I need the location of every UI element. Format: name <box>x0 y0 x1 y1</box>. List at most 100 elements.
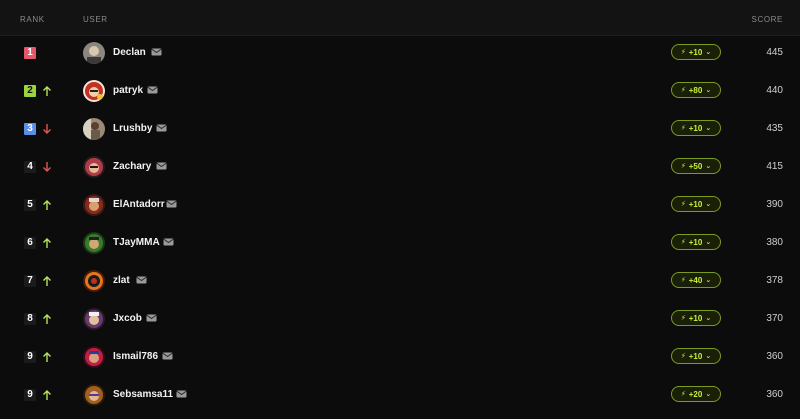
arrow-up-icon <box>42 389 52 401</box>
chevron-down-icon: ⌄ <box>705 276 712 284</box>
score: 360 <box>766 389 783 400</box>
bolt-icon: ⚡ <box>680 48 686 56</box>
mail-icon[interactable] <box>146 314 157 322</box>
header-score: SCORE <box>751 15 783 24</box>
mail-icon[interactable] <box>156 124 167 132</box>
arrow-up-icon <box>42 313 52 325</box>
points-dropdown[interactable]: ⚡ +10 ⌄ <box>671 310 721 326</box>
points-value: +50 <box>688 161 703 171</box>
table-row[interactable]: 9 Sebsamsa11 ⚡ +20 ⌄ 360 <box>0 378 800 416</box>
points-dropdown[interactable]: ⚡ +40 ⌄ <box>671 272 721 288</box>
table-row[interactable]: 7 zlat ⚡ +40 ⌄ 378 <box>0 264 800 302</box>
mail-icon[interactable] <box>166 200 177 208</box>
score: 380 <box>766 237 783 248</box>
rank-badge: 5 <box>24 199 36 211</box>
points-value: +80 <box>688 85 703 95</box>
chevron-down-icon: ⌄ <box>705 238 712 246</box>
avatar[interactable] <box>83 346 105 368</box>
username[interactable]: TJayMMA <box>113 237 160 248</box>
score: 415 <box>766 161 783 172</box>
username[interactable]: Sebsamsa11 <box>113 389 173 400</box>
mail-icon[interactable] <box>162 352 173 360</box>
rank-badge: 4 <box>24 161 36 173</box>
username[interactable]: patryk <box>113 85 143 96</box>
mail-icon[interactable] <box>163 238 174 246</box>
points-value: +10 <box>688 313 703 323</box>
table-row[interactable]: 9 Ismail786 ⚡ +10 ⌄ 360 <box>0 340 800 378</box>
mail-icon[interactable] <box>136 276 147 284</box>
points-dropdown[interactable]: ⚡ +10 ⌄ <box>671 120 721 136</box>
rank-badge: 1 <box>24 47 36 59</box>
bolt-icon: ⚡ <box>680 200 686 208</box>
points-value: +10 <box>688 199 703 209</box>
header-user: USER <box>83 15 108 24</box>
table-row[interactable]: 4 Zachary ⚡ +50 ⌄ 415 <box>0 150 800 188</box>
username[interactable]: Zachary <box>113 161 151 172</box>
table-row[interactable]: 1 Declan ⚡ +10 ⌄ 445 <box>0 36 800 74</box>
arrow-down-icon <box>42 123 52 135</box>
bolt-icon: ⚡ <box>680 162 686 170</box>
leaderboard-table: RANK USER SCORE 1 Declan ⚡ +10 ⌄ 445 2 pat… <box>0 0 800 419</box>
mail-icon[interactable] <box>147 86 158 94</box>
header-rank: RANK <box>20 15 45 24</box>
score: 378 <box>766 275 783 286</box>
avatar[interactable] <box>83 156 105 178</box>
points-dropdown[interactable]: ⚡ +10 ⌄ <box>671 348 721 364</box>
bolt-icon: ⚡ <box>680 124 686 132</box>
table-row[interactable]: 2 patryk ⚡ +80 ⌄ 440 <box>0 74 800 112</box>
rank-badge: 9 <box>24 389 36 401</box>
points-dropdown[interactable]: ⚡ +80 ⌄ <box>671 82 721 98</box>
avatar[interactable] <box>83 270 105 292</box>
username[interactable]: Jxcob <box>113 313 142 324</box>
score: 370 <box>766 313 783 324</box>
username[interactable]: Declan <box>113 47 146 58</box>
chevron-down-icon: ⌄ <box>705 352 712 360</box>
avatar[interactable] <box>83 118 105 140</box>
rank-badge: 2 <box>24 85 36 97</box>
chevron-down-icon: ⌄ <box>705 390 712 398</box>
score: 360 <box>766 351 783 362</box>
score: 445 <box>766 47 783 58</box>
avatar[interactable] <box>83 194 105 216</box>
username[interactable]: ElAntadorr <box>113 199 165 210</box>
points-dropdown[interactable]: ⚡ +10 ⌄ <box>671 44 721 60</box>
score: 435 <box>766 123 783 134</box>
table-row[interactable]: 8 Jxcob ⚡ +10 ⌄ 370 <box>0 302 800 340</box>
mail-icon[interactable] <box>151 48 162 56</box>
points-dropdown[interactable]: ⚡ +10 ⌄ <box>671 196 721 212</box>
bolt-icon: ⚡ <box>680 238 686 246</box>
bolt-icon: ⚡ <box>680 86 686 94</box>
username[interactable]: Ismail786 <box>113 351 158 362</box>
rank-badge: 3 <box>24 123 36 135</box>
avatar[interactable] <box>83 384 105 406</box>
points-dropdown[interactable]: ⚡ +20 ⌄ <box>671 386 721 402</box>
points-dropdown[interactable]: ⚡ +10 ⌄ <box>671 234 721 250</box>
avatar[interactable] <box>83 232 105 254</box>
arrow-up-icon <box>42 275 52 287</box>
username[interactable]: zlat <box>113 275 130 286</box>
chevron-down-icon: ⌄ <box>705 86 712 94</box>
bolt-icon: ⚡ <box>680 352 686 360</box>
bolt-icon: ⚡ <box>680 314 686 322</box>
mail-icon[interactable] <box>156 162 167 170</box>
chevron-down-icon: ⌄ <box>705 124 712 132</box>
rank-badge: 6 <box>24 237 36 249</box>
points-dropdown[interactable]: ⚡ +50 ⌄ <box>671 158 721 174</box>
points-value: +10 <box>688 47 703 57</box>
mail-icon[interactable] <box>176 390 187 398</box>
points-value: +10 <box>688 237 703 247</box>
arrow-up-icon <box>42 351 52 363</box>
username[interactable]: Lrushby <box>113 123 152 134</box>
table-row[interactable]: 5 ElAntadorr ⚡ +10 ⌄ 390 <box>0 188 800 226</box>
chevron-down-icon: ⌄ <box>705 162 712 170</box>
points-value: +20 <box>688 389 703 399</box>
points-value: +10 <box>688 123 703 133</box>
avatar[interactable] <box>83 80 105 102</box>
chevron-down-icon: ⌄ <box>705 48 712 56</box>
avatar[interactable] <box>83 42 105 64</box>
bolt-icon: ⚡ <box>680 276 686 284</box>
chevron-down-icon: ⌄ <box>705 314 712 322</box>
avatar[interactable] <box>83 308 105 330</box>
table-row[interactable]: 6 TJayMMA ⚡ +10 ⌄ 380 <box>0 226 800 264</box>
table-row[interactable]: 3 Lrushby ⚡ +10 ⌄ 435 <box>0 112 800 150</box>
